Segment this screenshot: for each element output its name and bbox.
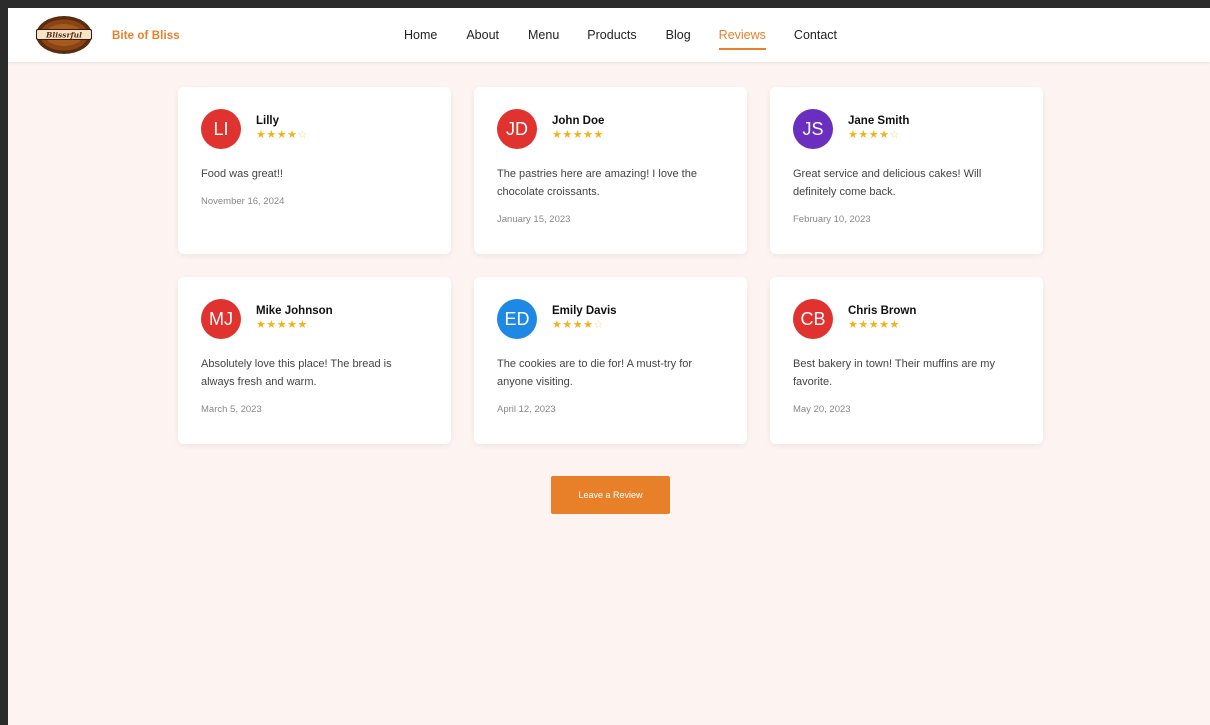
star-rating: ★★★★☆ <box>256 129 308 141</box>
review-date: May 20, 2023 <box>793 404 851 415</box>
star-filled-icon: ★ <box>276 129 288 141</box>
reviewer-name: John Doe <box>552 115 605 127</box>
logo-text: Blissrful <box>45 31 82 40</box>
nav-products[interactable]: Products <box>587 8 636 62</box>
review-text: Great service and delicious cakes! Will … <box>793 168 982 198</box>
star-filled-icon: ★ <box>287 319 298 331</box>
star-filled-icon: ★ <box>848 319 859 331</box>
review-text: The pastries here are amazing! I love th… <box>497 168 697 198</box>
avatar: JD <box>497 109 537 149</box>
review-text: The cookies are to die for! A must-try f… <box>497 358 693 388</box>
avatar: ED <box>497 299 537 339</box>
review-card: CB Chris Brown ★★★★★ Best bakery in town… <box>770 277 1043 444</box>
review-date: March 5, 2023 <box>201 404 262 415</box>
star-filled-icon: ★ <box>583 319 594 331</box>
star-filled-icon: ★ <box>276 319 288 331</box>
star-filled-icon: ★ <box>868 319 880 331</box>
star-rating: ★★★★★ <box>256 319 333 331</box>
leave-review-button[interactable]: Leave a Review <box>551 476 670 514</box>
review-date: January 15, 2023 <box>497 214 571 225</box>
star-empty-icon: ☆ <box>593 319 604 331</box>
star-rating: ★★★★☆ <box>552 319 617 331</box>
nav-menu[interactable]: Menu <box>528 8 559 62</box>
star-filled-icon: ★ <box>879 319 890 331</box>
avatar: CB <box>793 299 833 339</box>
avatar: MJ <box>201 299 241 339</box>
star-rating: ★★★★☆ <box>848 129 909 141</box>
brand-logo[interactable]: Blissrful <box>33 14 95 56</box>
star-filled-icon: ★ <box>297 319 308 331</box>
star-filled-icon: ★ <box>256 129 267 141</box>
star-filled-icon: ★ <box>266 129 277 141</box>
star-empty-icon: ☆ <box>297 129 308 141</box>
star-filled-icon: ★ <box>593 129 604 141</box>
reviewer-name: Emily Davis <box>552 305 617 317</box>
nav-about[interactable]: About <box>466 8 499 62</box>
nav-contact[interactable]: Contact <box>794 8 837 62</box>
nav-blog[interactable]: Blog <box>666 8 691 62</box>
star-filled-icon: ★ <box>889 319 900 331</box>
nav-reviews[interactable]: Reviews <box>718 8 767 62</box>
star-rating: ★★★★★ <box>552 129 604 141</box>
reviewer-name: Chris Brown <box>848 305 917 317</box>
nav-home[interactable]: Home <box>404 8 437 62</box>
avatar: LI <box>201 109 241 149</box>
star-filled-icon: ★ <box>266 319 277 331</box>
review-text: Food was great!! <box>201 168 283 180</box>
reviewer-name: Mike Johnson <box>256 305 333 317</box>
star-filled-icon: ★ <box>562 319 573 331</box>
star-filled-icon: ★ <box>858 129 869 141</box>
star-empty-icon: ☆ <box>889 129 900 141</box>
review-card: JS Jane Smith ★★★★☆ Great service and de… <box>770 87 1043 254</box>
review-card: ED Emily Davis ★★★★☆ The cookies are to … <box>474 277 747 444</box>
review-date: February 10, 2023 <box>793 214 871 225</box>
review-date: April 12, 2023 <box>497 404 556 415</box>
star-rating: ★★★★★ <box>848 319 916 331</box>
star-filled-icon: ★ <box>562 129 573 141</box>
review-text: Best bakery in town! Their muffins are m… <box>793 358 995 388</box>
review-text: Absolutely love this place! The bread is… <box>201 358 392 388</box>
star-filled-icon: ★ <box>552 129 563 141</box>
reviewer-name: Jane Smith <box>848 115 910 127</box>
review-card: JD John Doe ★★★★★ The pastries here are … <box>474 87 747 254</box>
star-filled-icon: ★ <box>572 129 584 141</box>
star-filled-icon: ★ <box>256 319 267 331</box>
star-filled-icon: ★ <box>848 129 859 141</box>
star-filled-icon: ★ <box>583 129 594 141</box>
reviews-grid: LI Lilly ★★★★☆ Food was great!! November… <box>178 87 1043 444</box>
brand-name[interactable]: Bite of Bliss <box>112 30 180 42</box>
review-card: LI Lilly ★★★★☆ Food was great!! November… <box>178 87 451 254</box>
site-header: Blissrful Bite of Bliss Home About Menu … <box>8 8 1210 62</box>
star-filled-icon: ★ <box>572 319 584 331</box>
review-card: MJ Mike Johnson ★★★★★ Absolutely love th… <box>178 277 451 444</box>
page-frame: Blissrful Bite of Bliss Home About Menu … <box>8 8 1210 725</box>
reviewer-name: Lilly <box>256 115 280 127</box>
star-filled-icon: ★ <box>868 129 880 141</box>
star-filled-icon: ★ <box>287 129 298 141</box>
star-filled-icon: ★ <box>552 319 563 331</box>
review-date: November 16, 2024 <box>201 196 285 207</box>
main-nav: Home About Menu Products Blog Reviews Co… <box>404 8 837 62</box>
star-filled-icon: ★ <box>858 319 869 331</box>
avatar: JS <box>793 109 833 149</box>
star-filled-icon: ★ <box>879 129 890 141</box>
